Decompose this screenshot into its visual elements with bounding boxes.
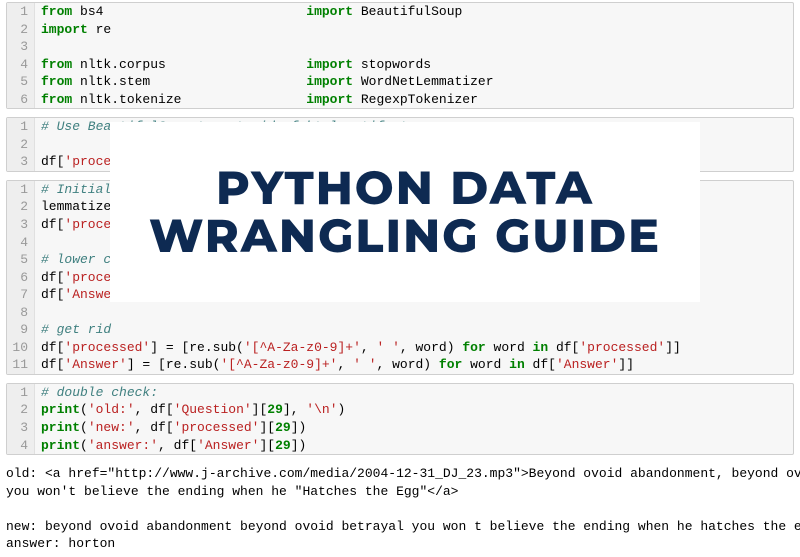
- code-line[interactable]: 9# get rid: [7, 321, 793, 339]
- line-number: 9: [7, 321, 35, 339]
- line-number: 4: [7, 56, 35, 74]
- line-number: 4: [7, 234, 35, 252]
- line-number: 3: [7, 38, 35, 56]
- code-line[interactable]: 4print('answer:', df['Answer'][29]): [7, 437, 793, 455]
- code-cell[interactable]: 1from bs4 import BeautifulSoup2import re…: [6, 2, 794, 109]
- code-line[interactable]: 5from nltk.stem import WordNetLemmatizer: [7, 73, 793, 91]
- line-number: 2: [7, 136, 35, 154]
- code-text[interactable]: from nltk.stem import WordNetLemmatizer: [35, 73, 793, 91]
- line-number: 6: [7, 269, 35, 287]
- title-overlay: PYTHON DATA WRANGLING GUIDE: [110, 122, 700, 302]
- code-line[interactable]: 8: [7, 304, 793, 322]
- code-text[interactable]: print('new:', df['processed'][29]): [35, 419, 793, 437]
- code-line[interactable]: 1# double check:: [7, 384, 793, 402]
- code-text[interactable]: print('answer:', df['Answer'][29]): [35, 437, 793, 455]
- code-line[interactable]: 1from bs4 import BeautifulSoup: [7, 3, 793, 21]
- line-number: 10: [7, 339, 35, 357]
- code-line[interactable]: 6from nltk.tokenize import RegexpTokeniz…: [7, 91, 793, 109]
- code-line[interactable]: 10df['processed'] = [re.sub('[^A-Za-z0-9…: [7, 339, 793, 357]
- line-number: 5: [7, 73, 35, 91]
- overlay-line1: PYTHON DATA: [216, 164, 594, 212]
- line-number: 7: [7, 286, 35, 304]
- cell-output: old: <a href="http://www.j-archive.com/m…: [0, 463, 800, 557]
- line-number: 3: [7, 153, 35, 171]
- code-text[interactable]: # get rid: [35, 321, 793, 339]
- code-text[interactable]: [35, 304, 793, 322]
- code-text[interactable]: from nltk.corpus import stopwords: [35, 56, 793, 74]
- code-text[interactable]: [35, 38, 793, 56]
- code-text[interactable]: from bs4 import BeautifulSoup: [35, 3, 793, 21]
- code-text[interactable]: import re: [35, 21, 793, 39]
- line-number: 3: [7, 216, 35, 234]
- code-text[interactable]: print('old:', df['Question'][29], '\n'): [35, 401, 793, 419]
- code-line[interactable]: 3: [7, 38, 793, 56]
- line-number: 8: [7, 304, 35, 322]
- code-text[interactable]: df['processed'] = [re.sub('[^A-Za-z0-9]+…: [35, 339, 793, 357]
- code-line[interactable]: 2import re: [7, 21, 793, 39]
- code-line[interactable]: 11df['Answer'] = [re.sub('[^A-Za-z0-9]+'…: [7, 356, 793, 374]
- code-text[interactable]: from nltk.tokenize import RegexpTokenize…: [35, 91, 793, 109]
- line-number: 2: [7, 401, 35, 419]
- line-number: 1: [7, 118, 35, 136]
- code-line[interactable]: 4from nltk.corpus import stopwords: [7, 56, 793, 74]
- line-number: 4: [7, 437, 35, 455]
- line-number: 1: [7, 3, 35, 21]
- line-number: 1: [7, 181, 35, 199]
- line-number: 2: [7, 198, 35, 216]
- line-number: 1: [7, 384, 35, 402]
- overlay-line2: WRANGLING GUIDE: [149, 212, 661, 260]
- code-text[interactable]: # double check:: [35, 384, 793, 402]
- code-cell[interactable]: 1# double check:2print('old:', df['Quest…: [6, 383, 794, 455]
- code-line[interactable]: 3print('new:', df['processed'][29]): [7, 419, 793, 437]
- code-line[interactable]: 2print('old:', df['Question'][29], '\n'): [7, 401, 793, 419]
- line-number: 3: [7, 419, 35, 437]
- line-number: 5: [7, 251, 35, 269]
- line-number: 2: [7, 21, 35, 39]
- code-text[interactable]: df['Answer'] = [re.sub('[^A-Za-z0-9]+', …: [35, 356, 793, 374]
- line-number: 11: [7, 356, 35, 374]
- line-number: 6: [7, 91, 35, 109]
